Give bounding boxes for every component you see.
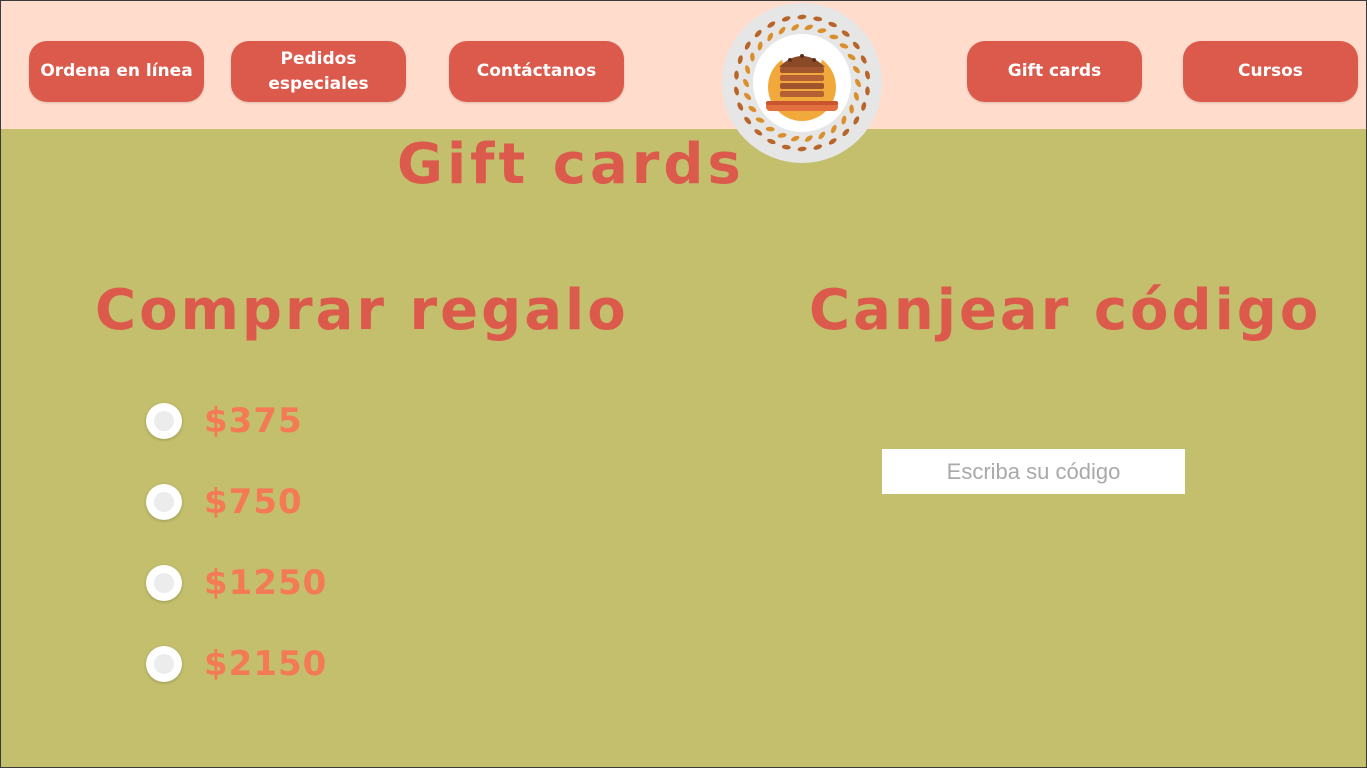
gift-option-1250[interactable]: $1250 [146,563,327,603]
radio-indicator [154,492,174,512]
nav-special-orders-button[interactable]: Pedidos especiales [231,41,406,102]
radio-button[interactable] [146,646,182,682]
nav-contact-button[interactable]: Contáctanos [449,41,624,102]
radio-indicator [154,411,174,431]
gift-option-750[interactable]: $750 [146,482,303,522]
radio-button[interactable] [146,484,182,520]
bakery-logo-svg [734,14,870,152]
nav-gift-cards-button[interactable]: Gift cards [967,41,1142,102]
bakery-logo-icon[interactable] [722,3,882,163]
gift-option-2150[interactable]: $2150 [146,644,327,684]
gift-option-label: $750 [204,482,303,522]
nav-order-online-button[interactable]: Ordena en línea [29,41,204,102]
radio-button[interactable] [146,565,182,601]
nav-courses-button[interactable]: Cursos [1183,41,1358,102]
radio-indicator [154,573,174,593]
buy-gift-title: Comprar regalo [95,278,629,343]
radio-button[interactable] [146,403,182,439]
gift-code-input[interactable] [882,449,1185,494]
gift-option-label: $375 [204,401,303,441]
site-header: Ordena en línea Pedidos especiales Contá… [1,1,1366,129]
gift-option-375[interactable]: $375 [146,401,303,441]
radio-indicator [154,654,174,674]
page-title: Gift cards [397,132,745,197]
redeem-code-title: Canjear código [809,278,1322,343]
gift-option-label: $2150 [204,644,328,684]
gift-option-label: $1250 [204,563,328,603]
